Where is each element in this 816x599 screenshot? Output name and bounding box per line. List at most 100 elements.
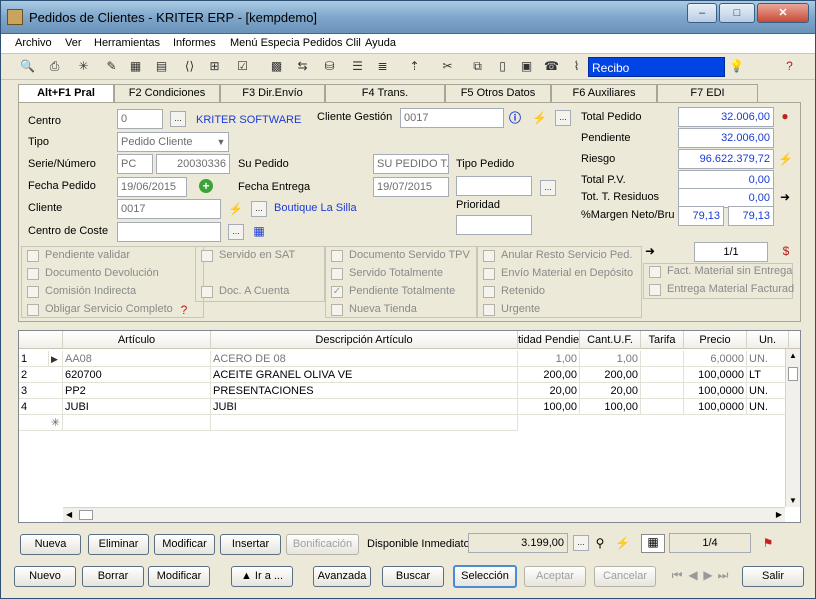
scroll-up-icon[interactable]: ▲ — [789, 351, 797, 360]
arrow-up-icon[interactable]: ⇡ — [406, 58, 423, 75]
info-icon[interactable]: ⓘ — [508, 111, 522, 125]
grid-vertical-scrollbar[interactable]: ▲ ▼ — [785, 349, 800, 507]
cell-cant-uf[interactable]: 100,00 — [580, 399, 641, 415]
centro-coste-field[interactable] — [117, 222, 221, 242]
help-icon[interactable]: ? — [177, 303, 191, 317]
cell-cantidad-pendiente[interactable]: 100,00 — [518, 399, 580, 415]
cell-descripcion[interactable] — [211, 415, 518, 431]
phone-icon[interactable]: ☎ — [543, 58, 560, 75]
pen-icon[interactable]: ✎ — [103, 58, 120, 75]
grid-icon[interactable]: ▩ — [268, 58, 285, 75]
lightning-icon[interactable]: ⚡ — [532, 111, 546, 125]
nueva-line-button[interactable]: Nueva — [20, 534, 81, 555]
cell-articulo[interactable]: PP2 — [63, 383, 211, 399]
fecha-pedido-field[interactable]: 19/06/2015 — [117, 177, 187, 197]
table-row[interactable]: 1 ▶ AA08 ACERO DE 08 1,00 1,00 6,0000 UN… — [19, 351, 789, 367]
menu-ver[interactable]: Ver — [65, 37, 82, 49]
maximize-button[interactable]: □ — [719, 3, 755, 23]
cancelar-button[interactable]: Cancelar — [594, 566, 656, 587]
prioridad-field[interactable] — [456, 215, 532, 235]
grid-header-cant-uf[interactable]: Cant.U.F. — [580, 331, 641, 349]
lines-icon[interactable]: ≣ — [374, 58, 391, 75]
cell-descripcion[interactable]: ACEITE GRANEL OLIVA VE — [211, 367, 518, 383]
grid-header-precio[interactable]: Precio — [684, 331, 747, 349]
cell-descripcion[interactable]: ACERO DE 08 — [211, 351, 518, 367]
tab-trans[interactable]: F4 Trans. — [325, 84, 445, 102]
calculator-icon[interactable]: ▦ — [127, 58, 144, 75]
grid-header-un[interactable]: Un. — [747, 331, 789, 349]
check-servido-totalmente[interactable]: Servido Totalmente — [325, 265, 475, 283]
table-row[interactable]: 2 620700 ACEITE GRANEL OLIVA VE 200,00 2… — [19, 367, 789, 383]
bonificacion-button[interactable]: Bonificación — [286, 534, 359, 555]
binoculars-icon[interactable]: ⚲ — [593, 536, 607, 550]
arrow-right-icon[interactable]: ➜ — [778, 190, 792, 204]
minimize-button[interactable]: – — [687, 3, 717, 23]
menu-informes[interactable]: Informes — [173, 37, 216, 49]
tipo-select[interactable]: Pedido Cliente — [117, 132, 229, 152]
money-bag-icon[interactable]: $ — [779, 244, 793, 258]
table-row[interactable]: 4 JUBI JUBI 100,00 100,00 100,0000 UN. — [19, 399, 789, 415]
check-servido-sat[interactable]: Servido en SAT — [195, 247, 323, 265]
previous-record-icon[interactable]: ◀ — [686, 568, 700, 584]
cell-articulo[interactable] — [63, 415, 211, 431]
cell-articulo[interactable]: JUBI — [63, 399, 211, 415]
cell-articulo[interactable]: AA08 — [63, 351, 211, 367]
cell-tarifa[interactable] — [641, 351, 684, 367]
cliente-field[interactable]: 0017 — [117, 199, 221, 219]
page-icon[interactable]: ▯ — [494, 58, 511, 75]
first-record-icon[interactable]: ⏮ — [670, 568, 684, 584]
tipo-pedido-lookup-button[interactable]: ... — [540, 180, 556, 196]
check-doc-a-cuenta[interactable]: Doc. A Cuenta — [195, 283, 323, 301]
grid-header-cantidad-pendiente[interactable]: tidad Pendie — [518, 331, 580, 349]
cell-precio[interactable]: 100,0000 — [684, 383, 747, 399]
modificar-line-button[interactable]: Modificar — [154, 534, 215, 555]
cliente-gestion-field[interactable]: 0017 — [400, 108, 504, 128]
check-pendiente-totalmente[interactable]: ✓Pendiente Totalmente — [325, 283, 475, 301]
lightning-icon[interactable]: ⚡ — [228, 202, 242, 216]
serie-field[interactable]: PC — [117, 154, 153, 174]
cell-descripcion[interactable]: JUBI — [211, 399, 518, 415]
recibo-field[interactable]: Recibo — [588, 57, 725, 77]
cell-un[interactable]: UN. — [747, 383, 789, 399]
cell-precio[interactable]: 100,0000 — [684, 399, 747, 415]
add-icon[interactable]: + — [199, 179, 213, 193]
cliente-lookup-button[interactable]: ... — [251, 201, 267, 217]
centro-lookup-button[interactable]: ... — [170, 111, 186, 127]
disponible-lookup-button[interactable]: ... — [573, 535, 589, 551]
cell-tarifa[interactable] — [641, 399, 684, 415]
flag-icon[interactable]: ⚑ — [761, 536, 775, 550]
numero-field[interactable]: 20030336 — [156, 154, 230, 174]
cell-precio[interactable]: 6,0000 — [684, 351, 747, 367]
check-retenido[interactable]: Retenido — [477, 283, 640, 301]
tree-icon[interactable]: ⊞ — [206, 58, 223, 75]
aceptar-button[interactable]: Aceptar — [524, 566, 586, 587]
tab-auxiliares[interactable]: F6 Auxiliares — [551, 84, 657, 102]
cell-articulo[interactable]: 620700 — [63, 367, 211, 383]
check-documento-servido-tpv[interactable]: Documento Servido TPV — [325, 247, 475, 265]
table-row[interactable]: 3 PP2 PRESENTACIONES 20,00 20,00 100,000… — [19, 383, 789, 399]
list-icon[interactable]: ☰ — [349, 58, 366, 75]
cliente-gestion-lookup-button[interactable]: ... — [555, 110, 571, 126]
chevron-down-icon[interactable]: ▼ — [214, 135, 228, 149]
scroll-thumb[interactable] — [788, 367, 798, 381]
new-row[interactable]: ✳ — [19, 415, 789, 431]
check-comision-indirecta[interactable]: Comisión Indirecta — [21, 283, 201, 301]
close-button[interactable]: ✕ — [757, 3, 809, 23]
grid-header-descripcion[interactable]: Descripción Artículo — [211, 331, 518, 349]
cell-cant-uf[interactable]: 1,00 — [580, 351, 641, 367]
check-entrega-material-facturad[interactable]: Entrega Material Facturad — [643, 281, 791, 299]
grid-header-articulo[interactable]: Artículo — [63, 331, 211, 349]
cell-precio[interactable]: 100,0000 — [684, 367, 747, 383]
su-pedido-field[interactable]: SU PEDIDO T. — [373, 154, 449, 174]
modificar-button[interactable]: Modificar — [148, 566, 210, 587]
asterisk-icon[interactable]: ✳ — [75, 58, 92, 75]
scroll-down-icon[interactable]: ▼ — [789, 496, 797, 505]
nuevo-button[interactable]: Nuevo — [14, 566, 76, 587]
borrar-button[interactable]: Borrar — [82, 566, 144, 587]
lightning-icon[interactable]: ⚡ — [778, 152, 792, 166]
grid-view-icon[interactable]: ▦ — [641, 534, 665, 553]
checklist-icon[interactable]: ☑ — [234, 58, 251, 75]
scroll-thumb[interactable] — [79, 510, 93, 520]
copy-icon[interactable]: ⧉ — [469, 58, 486, 75]
avanzada-button[interactable]: Avanzada — [313, 566, 371, 587]
